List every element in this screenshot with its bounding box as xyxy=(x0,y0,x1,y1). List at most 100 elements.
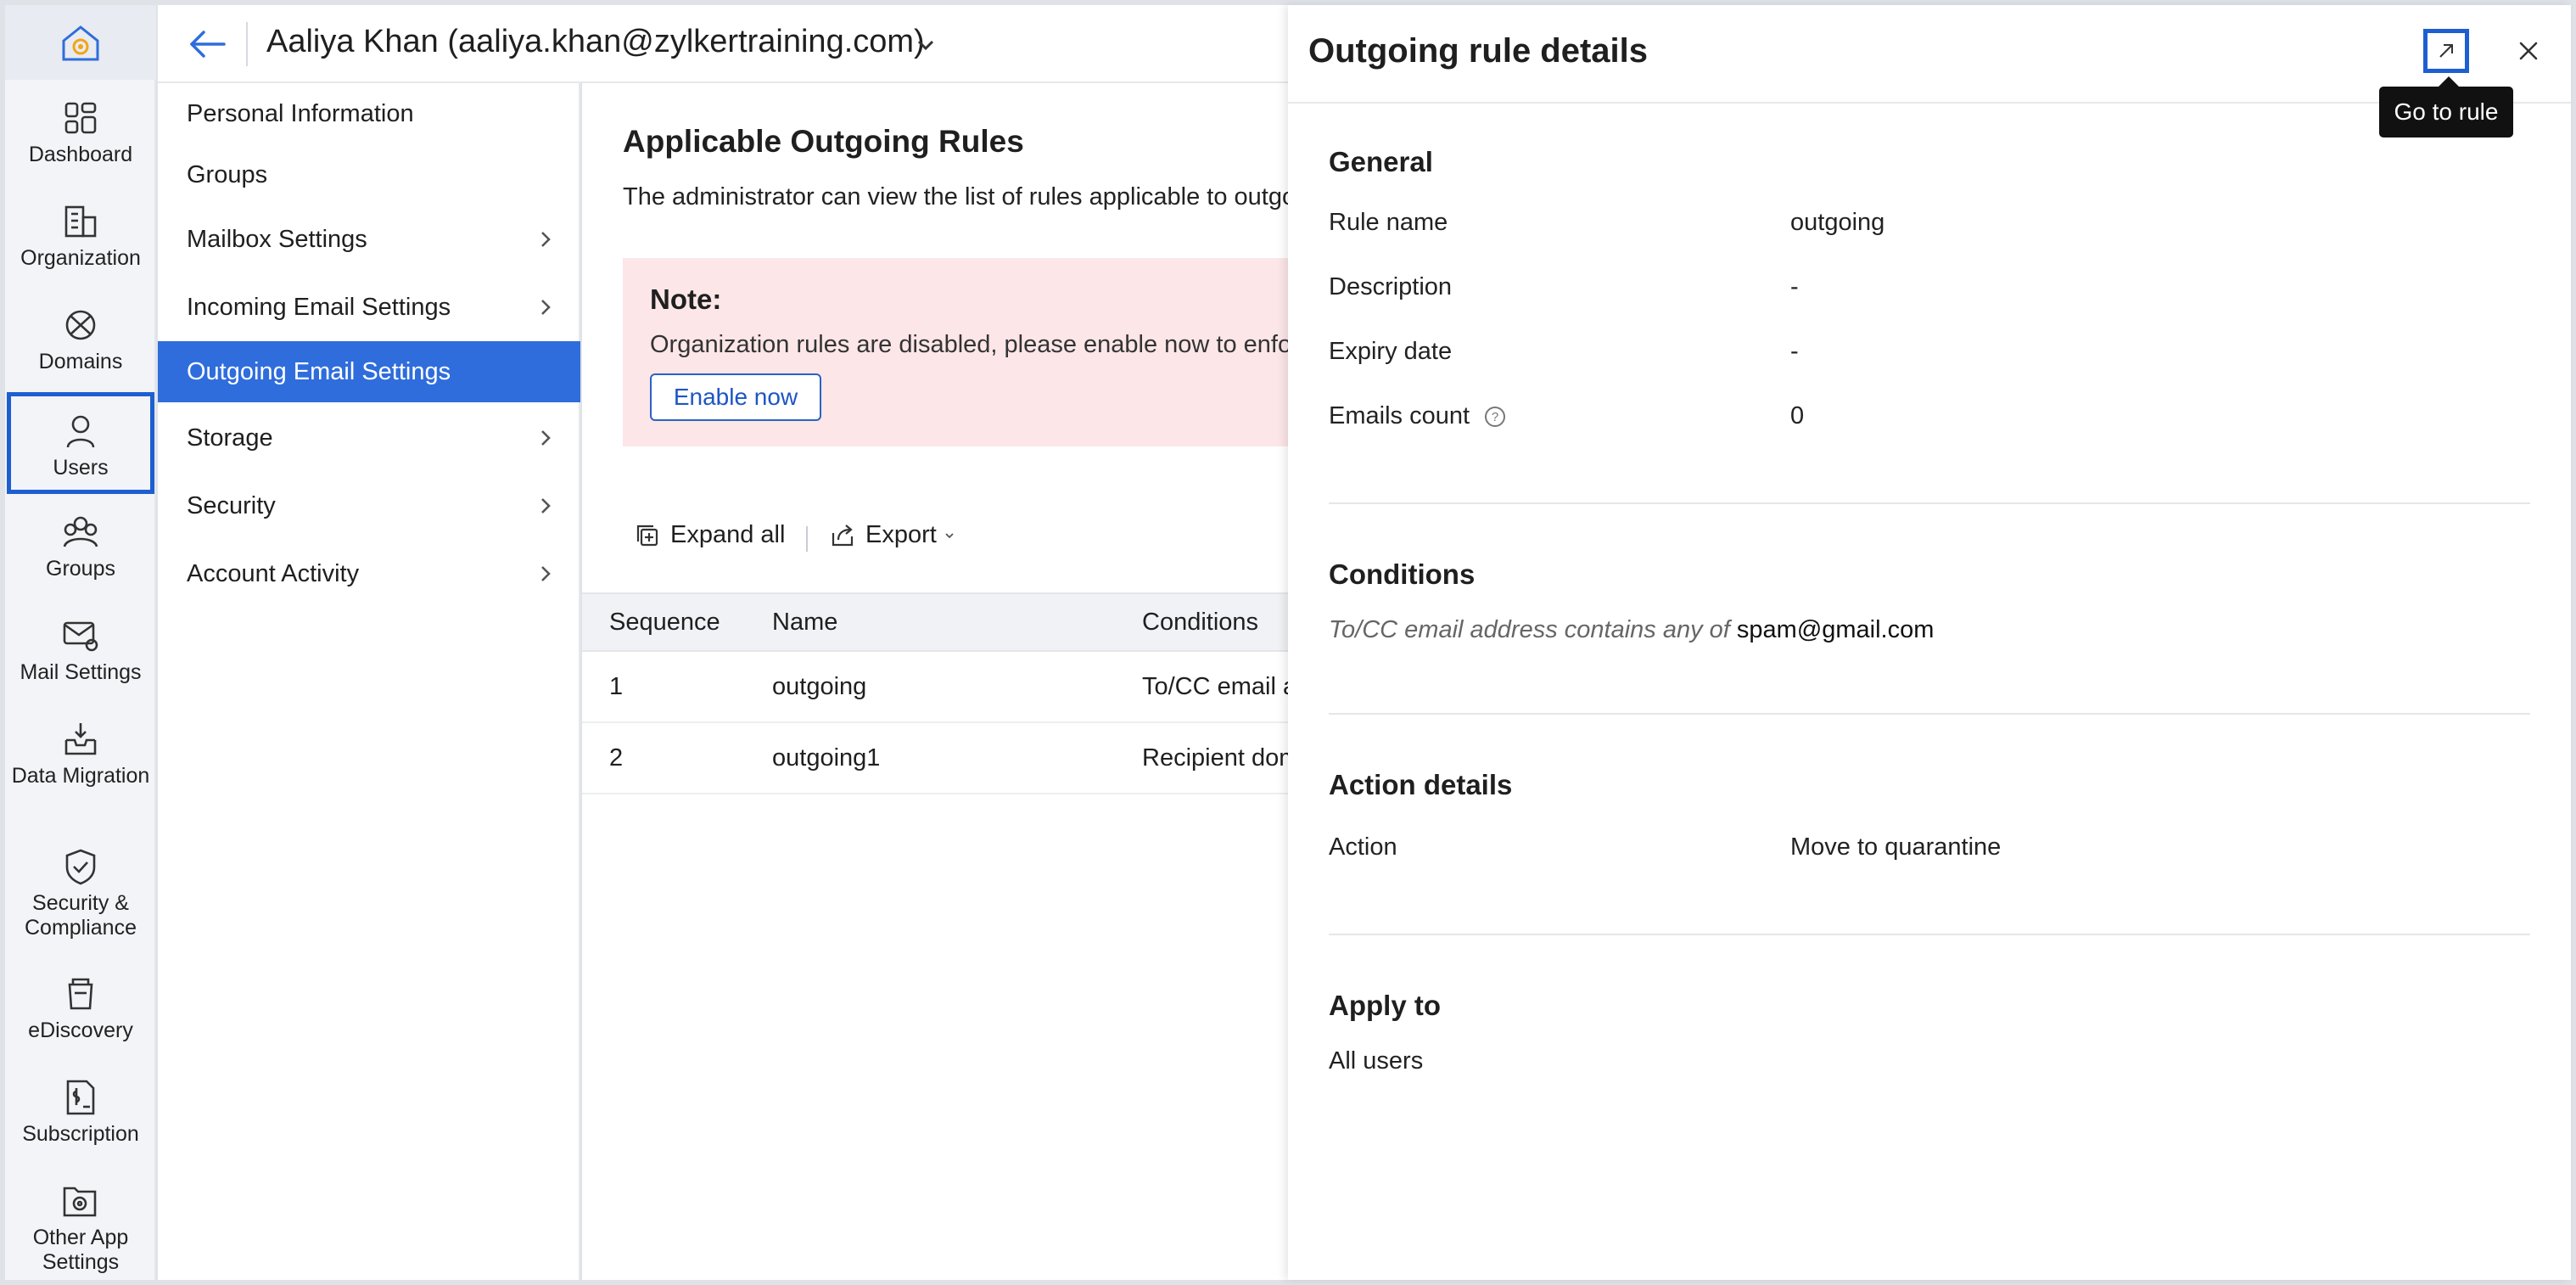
rail-item-users[interactable]: Users xyxy=(7,392,154,494)
rail-item-label: Domains xyxy=(38,350,123,373)
section-divider xyxy=(1329,713,2530,715)
chevron-right-icon xyxy=(541,232,551,247)
rule-details-panel: Outgoing rule details Go to rule General… xyxy=(1288,5,2571,1280)
note-text: Organization rules are disabled, please … xyxy=(650,331,1288,358)
section-divider xyxy=(1329,934,2530,935)
field-label-action: Action xyxy=(1329,833,1397,861)
cell-conditions: To/CC email a xyxy=(1142,672,1288,700)
rail-item-security-compliance[interactable]: Security & Compliance xyxy=(5,847,156,940)
rail-item-label: Other App Settings xyxy=(32,1226,129,1274)
organization-icon xyxy=(64,205,97,238)
field-value-emails-count: 0 xyxy=(1790,402,1805,429)
field-label-rule-name: Rule name xyxy=(1329,209,1448,236)
expand-all-button[interactable]: Expand all xyxy=(635,521,785,549)
field-label-emails-count: Emails count ? xyxy=(1329,402,1507,430)
export-icon xyxy=(832,524,854,546)
mail-settings-icon xyxy=(63,621,98,652)
rail-item-label: Security & Compliance xyxy=(24,891,137,940)
field-value-action: Move to quarantine xyxy=(1790,833,2002,861)
rail-item-label: Organization xyxy=(20,246,141,270)
rail-item-mail-settings[interactable]: Mail Settings xyxy=(5,616,156,685)
section-title-conditions: Conditions xyxy=(1329,558,1476,590)
shield-check-icon xyxy=(65,849,96,885)
export-button[interactable]: Export xyxy=(830,521,966,549)
rail-item-other-app-settings[interactable]: Other App Settings xyxy=(5,1181,156,1275)
groups-icon xyxy=(63,516,98,547)
page-title: Applicable Outgoing Rules xyxy=(623,124,1024,159)
column-header-name[interactable]: Name xyxy=(772,594,837,650)
subnav-item-label: Storage xyxy=(187,424,273,452)
help-icon[interactable]: ? xyxy=(1483,405,1507,429)
field-label-description: Description xyxy=(1329,273,1453,300)
rail-item-subscription[interactable]: Subscription xyxy=(5,1078,156,1147)
rail-item-data-migration[interactable]: Data Migration xyxy=(5,720,156,788)
admin-console-logo[interactable] xyxy=(5,5,156,80)
admin-console-logo-icon xyxy=(62,25,99,61)
app-sidebar: Dashboard Organization Domains Users Gro… xyxy=(5,5,156,1280)
domains-icon xyxy=(65,310,96,340)
subnav-item-mailbox-settings[interactable]: Mailbox Settings xyxy=(158,209,580,270)
subnav-item-groups[interactable]: Groups xyxy=(158,144,580,205)
subnav-item-personal-information[interactable]: Personal Information xyxy=(158,83,580,144)
subnav-item-storage[interactable]: Storage xyxy=(158,407,580,469)
rail-item-domains[interactable]: Domains xyxy=(5,306,156,374)
subnav-item-incoming-email-settings[interactable]: Incoming Email Settings xyxy=(158,277,580,338)
rules-table-header: Sequence Name Conditions xyxy=(582,592,1288,652)
toolbar-divider xyxy=(806,526,808,552)
close-icon[interactable] xyxy=(2513,36,2544,66)
cell-sequence: 2 xyxy=(609,744,624,772)
rail-item-ediscovery[interactable]: eDiscovery xyxy=(5,974,156,1043)
rail-item-organization[interactable]: Organization xyxy=(5,202,156,271)
user-selector[interactable]: Aaliya Khan (aaliya.khan@zylkertraining.… xyxy=(266,24,925,60)
rail-item-groups[interactable]: Groups xyxy=(5,513,156,581)
chevron-right-icon xyxy=(541,430,551,446)
subnav-item-label: Groups xyxy=(187,160,268,188)
table-row[interactable]: 2 outgoing1 Recipient dom xyxy=(582,723,1288,794)
rail-item-label: Mail Settings xyxy=(20,660,142,684)
subnav-item-security[interactable]: Security xyxy=(158,475,580,536)
condition-text: To/CC email address contains any of spam… xyxy=(1329,616,1934,644)
subnav-item-label: Outgoing Email Settings xyxy=(187,357,451,385)
subnav-item-account-activity[interactable]: Account Activity xyxy=(158,543,580,604)
subnav-item-outgoing-email-settings[interactable]: Outgoing Email Settings xyxy=(158,341,580,402)
external-link-icon xyxy=(2439,44,2453,58)
rail-item-label: Groups xyxy=(46,557,115,581)
subnav-item-label: Security xyxy=(187,491,276,519)
data-migration-icon xyxy=(64,723,97,755)
column-header-conditions[interactable]: Conditions xyxy=(1142,594,1258,650)
rail-item-label: eDiscovery xyxy=(28,1018,133,1042)
app-settings-icon xyxy=(63,1187,97,1217)
expand-all-label: Expand all xyxy=(670,521,786,548)
subscription-icon xyxy=(66,1080,95,1115)
rail-item-dashboard[interactable]: Dashboard xyxy=(5,98,156,167)
enable-now-button[interactable]: Enable now xyxy=(650,373,821,421)
ediscovery-icon xyxy=(68,978,93,1010)
page-description: The administrator can view the list of r… xyxy=(623,183,1288,210)
chevron-right-icon xyxy=(541,498,551,513)
go-to-rule-button[interactable] xyxy=(2423,29,2469,73)
rail-item-label: Dashboard xyxy=(28,143,133,166)
field-label-expiry-date: Expiry date xyxy=(1329,338,1453,365)
chevron-right-icon xyxy=(541,300,551,315)
go-to-rule-tooltip: Go to rule xyxy=(2379,76,2513,137)
rail-item-label: Subscription xyxy=(22,1122,139,1146)
user-settings-nav: Personal Information Groups Mailbox Sett… xyxy=(158,83,580,1280)
table-row[interactable]: 1 outgoing To/CC email a xyxy=(582,652,1288,723)
subnav-item-label: Incoming Email Settings xyxy=(187,293,451,321)
rail-item-label: Data Migration xyxy=(11,764,150,788)
rail-item-label: Users xyxy=(53,456,109,480)
condition-value: spam@gmail.com xyxy=(1736,616,1935,643)
cell-name: outgoing xyxy=(772,672,867,700)
export-label: Export xyxy=(865,521,937,548)
cell-name: outgoing1 xyxy=(772,744,881,772)
column-header-sequence[interactable]: Sequence xyxy=(609,594,720,650)
field-value-expiry-date: - xyxy=(1790,338,1799,365)
field-value-description: - xyxy=(1790,273,1799,300)
outgoing-rules-page: Applicable Outgoing Rules The administra… xyxy=(582,83,1288,1280)
section-title-action-details: Action details xyxy=(1329,769,1513,800)
cell-sequence: 1 xyxy=(609,672,624,700)
chevron-down-icon[interactable] xyxy=(915,34,937,56)
section-title-apply-to: Apply to xyxy=(1329,990,1441,1021)
back-arrow-icon[interactable] xyxy=(187,24,227,65)
dashboard-icon xyxy=(64,102,97,134)
